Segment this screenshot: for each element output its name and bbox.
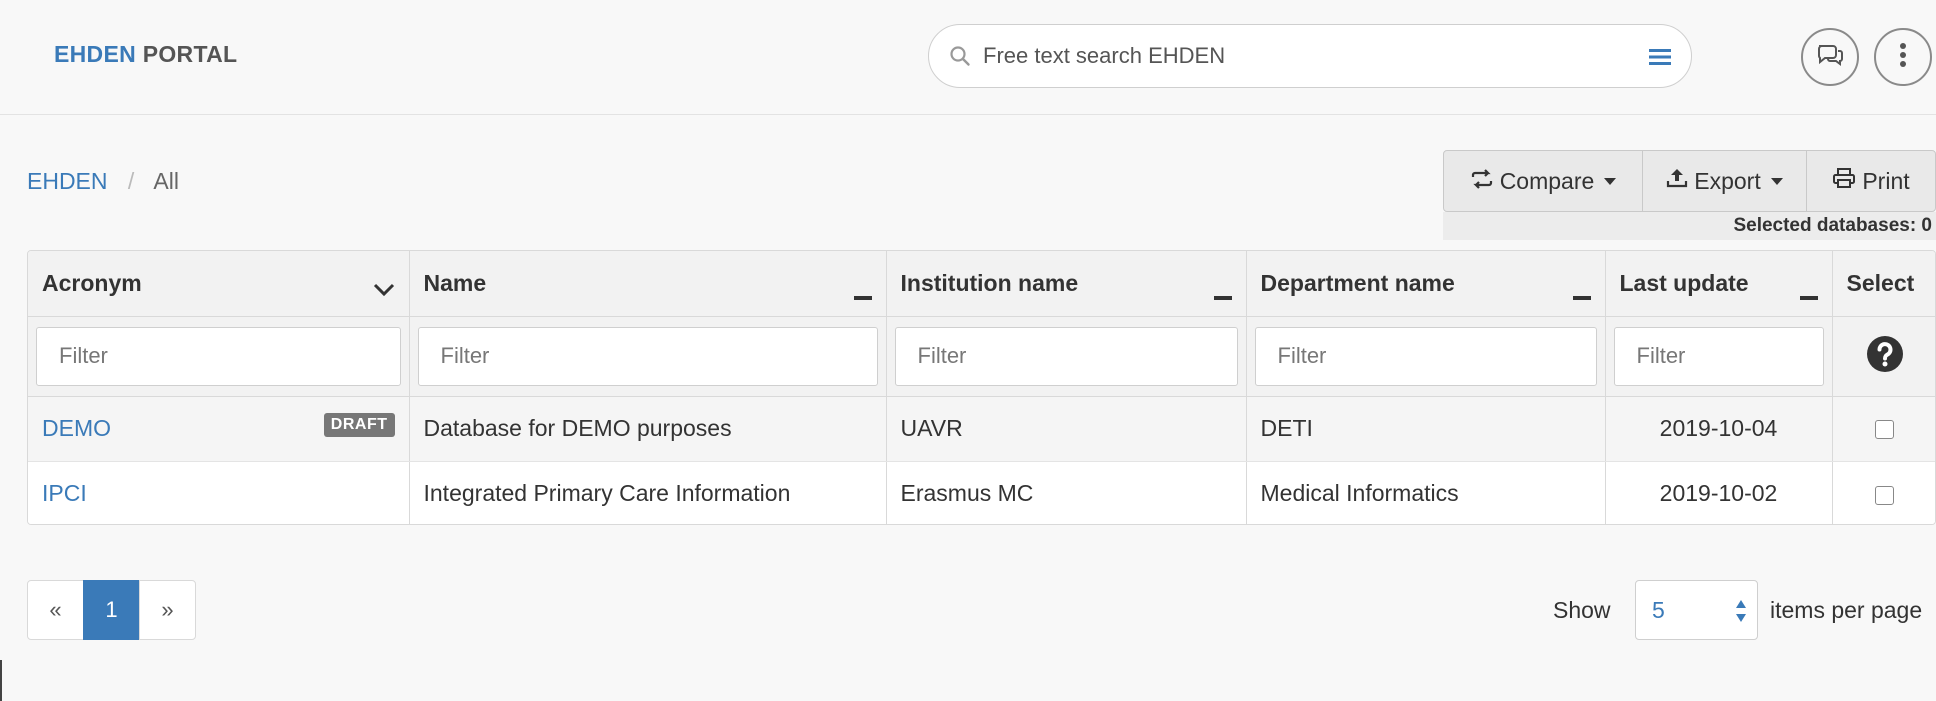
- breadcrumb: EHDEN / All: [27, 168, 179, 195]
- filter-input-last-update[interactable]: [1613, 326, 1824, 386]
- search-bar[interactable]: [928, 24, 1692, 88]
- column-header-label: Select: [1846, 269, 1915, 296]
- table-row: DEMO DRAFT Database for DEMO purposes UA…: [28, 396, 1935, 462]
- cell-institution: Erasmus MC: [886, 461, 1247, 524]
- column-header-acronym[interactable]: Acronym: [28, 251, 410, 317]
- items-per-page-label: items per page: [1770, 597, 1923, 623]
- caret-down-icon: [1770, 177, 1783, 185]
- table-row: IPCI Integrated Primary Care Information…: [28, 461, 1935, 524]
- toolbar-button-group: Compare Export Print: [1443, 150, 1936, 212]
- filter-input-institution[interactable]: [894, 326, 1238, 386]
- select-checkbox[interactable]: [1875, 485, 1895, 505]
- pagination-next[interactable]: »: [139, 580, 196, 640]
- cell-select: [1832, 396, 1935, 462]
- filter-input-department[interactable]: [1254, 326, 1597, 386]
- draft-badge: DRAFT: [323, 412, 395, 437]
- acronym-link[interactable]: DEMO: [42, 415, 111, 441]
- minus-icon[interactable]: [1799, 280, 1818, 307]
- pagination-prev[interactable]: «: [27, 580, 84, 640]
- cell-name: Integrated Primary Care Information: [409, 461, 887, 524]
- column-header-last-update[interactable]: Last update: [1605, 251, 1833, 317]
- search-input[interactable]: [983, 39, 1603, 73]
- filter-input-acronym[interactable]: [36, 326, 401, 386]
- databases-table: Acronym Name Institution name Department…: [27, 250, 1936, 525]
- hamburger-menu-icon[interactable]: [1649, 47, 1671, 72]
- cell-acronym: DEMO DRAFT: [28, 396, 410, 462]
- cell-department: Medical Informatics: [1246, 461, 1606, 524]
- breadcrumb-root-link[interactable]: EHDEN: [27, 168, 108, 194]
- filter-cell-select: [1832, 316, 1935, 397]
- window-edge-divider: [0, 660, 2, 701]
- brand-primary: EHDEN: [54, 41, 137, 67]
- pagination: « 1 »: [27, 580, 196, 640]
- search-icon: [949, 45, 971, 72]
- minus-icon[interactable]: [1572, 280, 1591, 307]
- filter-cell-institution: [886, 316, 1247, 397]
- navbar: EHDEN PORTAL: [0, 0, 1936, 115]
- help-icon[interactable]: [1866, 335, 1904, 377]
- filter-cell-department: [1246, 316, 1606, 397]
- caret-down-icon: [1604, 177, 1617, 185]
- chat-icon: [1815, 42, 1845, 73]
- select-checkbox[interactable]: [1875, 420, 1895, 440]
- minus-icon[interactable]: [853, 280, 872, 307]
- cell-last-update: 2019-10-04: [1605, 396, 1833, 462]
- column-header-label: Name: [423, 269, 487, 296]
- breadcrumb-separator: /: [127, 168, 135, 194]
- pagination-page-1[interactable]: 1: [83, 580, 140, 640]
- chevron-down-icon[interactable]: [373, 276, 395, 303]
- acronym-link[interactable]: IPCI: [42, 480, 87, 506]
- column-header-label: Acronym: [42, 269, 142, 296]
- cell-name: Database for DEMO purposes: [409, 396, 887, 462]
- print-label: Print: [1862, 167, 1910, 194]
- column-header-institution[interactable]: Institution name: [886, 251, 1247, 317]
- minus-icon[interactable]: [1213, 280, 1232, 307]
- compare-label: Compare: [1499, 167, 1595, 194]
- compare-icon: [1470, 168, 1494, 195]
- chat-button[interactable]: [1801, 28, 1859, 86]
- column-header-label: Last update: [1619, 269, 1749, 296]
- updown-arrows-icon: [1735, 599, 1747, 628]
- column-header-department[interactable]: Department name: [1246, 251, 1606, 317]
- selected-databases-count: Selected databases: 0: [1443, 212, 1936, 240]
- cell-acronym: IPCI: [28, 461, 410, 524]
- cell-last-update: 2019-10-02: [1605, 461, 1833, 524]
- filter-cell-last-update: [1605, 316, 1833, 397]
- filter-cell-name: [409, 316, 887, 397]
- compare-button[interactable]: Compare: [1443, 150, 1643, 212]
- show-label: Show: [1553, 597, 1611, 623]
- filter-cell-acronym: [28, 316, 410, 397]
- more-options-button[interactable]: [1874, 28, 1932, 86]
- breadcrumb-current: All: [153, 168, 179, 194]
- print-button[interactable]: Print: [1806, 150, 1936, 212]
- column-header-select: Select: [1832, 251, 1935, 317]
- cell-select: [1832, 461, 1935, 524]
- more-vertical-icon: [1899, 42, 1907, 73]
- cell-institution: UAVR: [886, 396, 1247, 462]
- print-icon: [1832, 167, 1856, 195]
- export-label: Export: [1694, 167, 1761, 194]
- export-button[interactable]: Export: [1642, 150, 1807, 212]
- column-header-name[interactable]: Name: [409, 251, 887, 317]
- cell-department: DETI: [1246, 396, 1606, 462]
- filter-input-name[interactable]: [417, 326, 878, 386]
- brand-logo[interactable]: EHDEN PORTAL: [54, 41, 237, 68]
- column-header-label: Department name: [1260, 269, 1455, 296]
- upload-icon: [1666, 167, 1688, 195]
- items-per-page-select[interactable]: 5: [1635, 580, 1758, 640]
- items-per-page-value: 5: [1652, 597, 1665, 623]
- column-header-label: Institution name: [900, 269, 1079, 296]
- brand-secondary: PORTAL: [142, 41, 238, 67]
